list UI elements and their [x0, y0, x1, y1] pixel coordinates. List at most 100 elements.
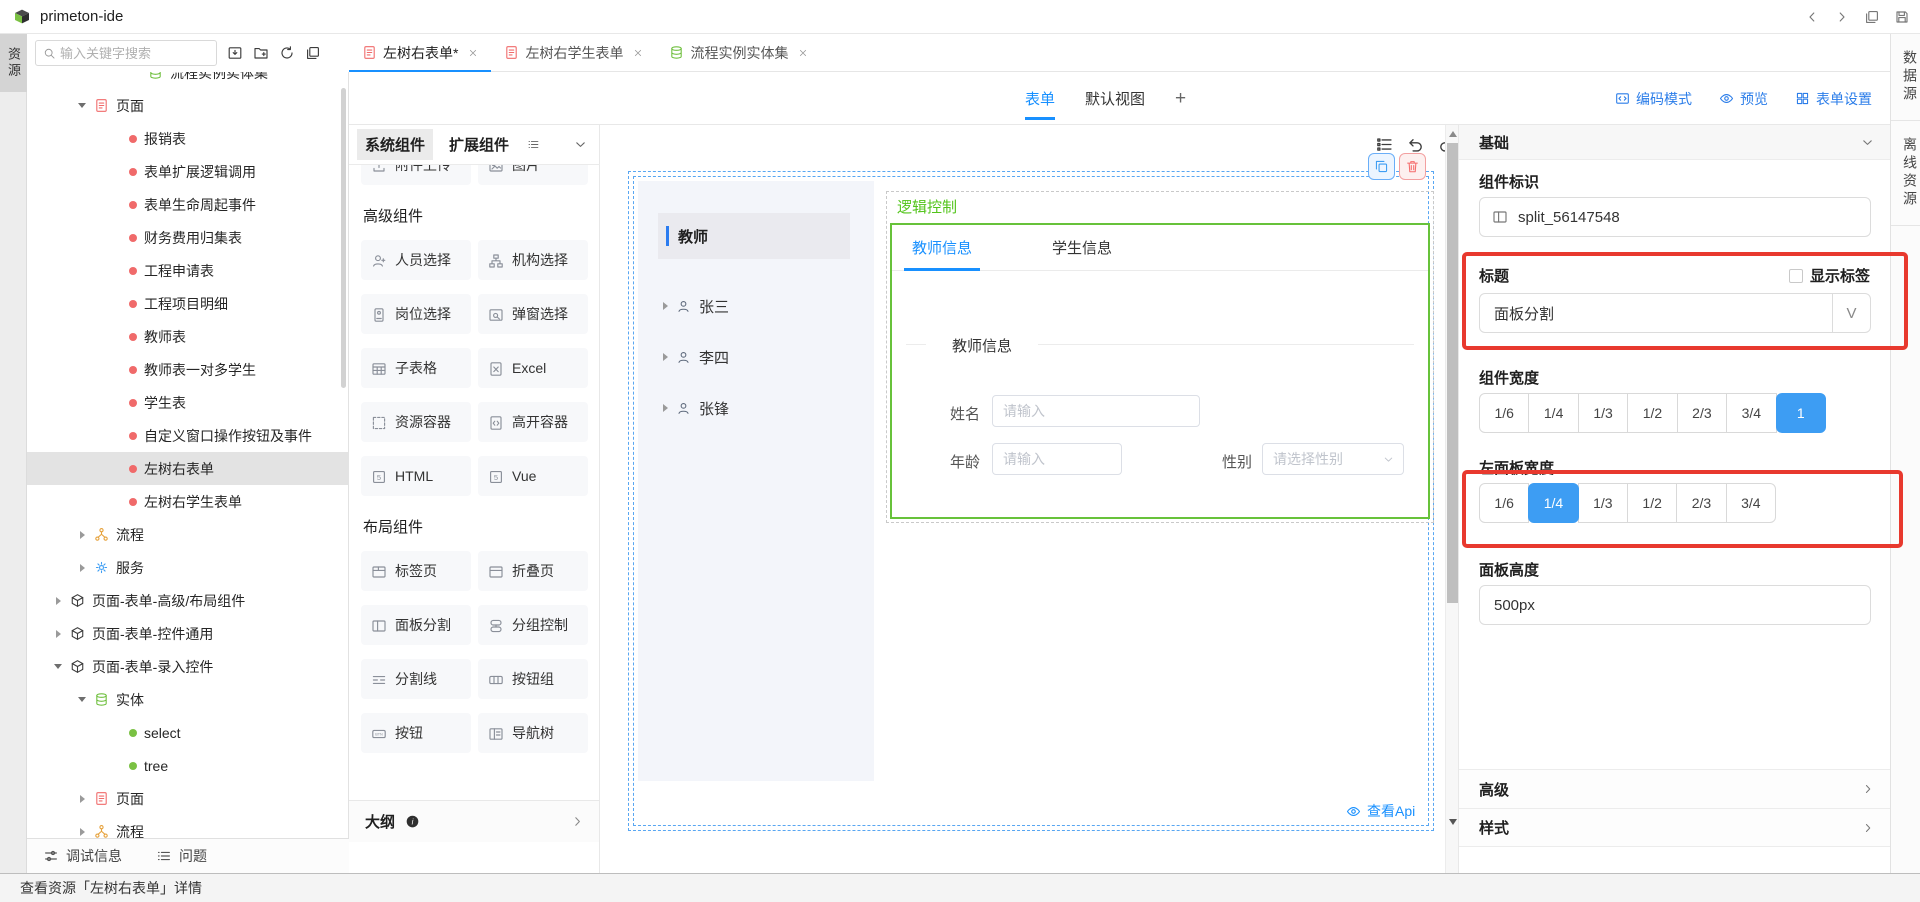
search-box[interactable]: [35, 40, 217, 66]
tree-expand-arrow-icon[interactable]: [660, 352, 670, 362]
tree-item[interactable]: 学生表: [27, 386, 349, 419]
tree-item[interactable]: 教师表: [27, 320, 349, 353]
palette-item[interactable]: 人员选择: [361, 240, 471, 280]
palette-item[interactable]: 机构选择: [478, 240, 588, 280]
width-option-1/3[interactable]: 1/3: [1578, 483, 1628, 523]
canvas-scrollbar[interactable]: [1445, 125, 1458, 873]
palette-collapse-chevron-icon[interactable]: [573, 137, 588, 152]
palette-item[interactable]: 标签页: [361, 551, 471, 591]
nav-forward-icon[interactable]: [1834, 9, 1850, 25]
header-action-button[interactable]: 表单设置: [1794, 89, 1872, 109]
tree-item[interactable]: 服务: [27, 551, 349, 584]
palette-item[interactable]: Excel: [478, 348, 588, 388]
tree-item[interactable]: 财务费用归集表: [27, 221, 349, 254]
width-option-1/6[interactable]: 1/6: [1479, 483, 1529, 523]
tree-item[interactable]: 流程: [27, 815, 349, 838]
tree-expand-arrow-icon[interactable]: [660, 403, 670, 413]
close-tab-icon[interactable]: [797, 47, 809, 59]
view-api-link[interactable]: 查看Api: [1346, 801, 1415, 821]
width-option-1/2[interactable]: 1/2: [1627, 483, 1677, 523]
panel-height-field[interactable]: [1480, 597, 1870, 614]
nav-back-icon[interactable]: [1804, 9, 1820, 25]
section-advanced[interactable]: 高级: [1459, 769, 1891, 808]
tree-item[interactable]: 教师表一对多学生: [27, 353, 349, 386]
collapse-windows-icon[interactable]: [305, 45, 321, 61]
tab-default-view[interactable]: 默认视图: [1085, 72, 1145, 125]
tree-item[interactable]: 报销表: [27, 122, 349, 155]
tree-item[interactable]: 工程申请表: [27, 254, 349, 287]
tree-item[interactable]: 页面-表单-高级/布局组件: [27, 584, 349, 617]
panel-height-input[interactable]: [1479, 585, 1871, 625]
tree-expand-arrow-icon[interactable]: [77, 563, 87, 573]
palette-item[interactable]: 按钮: [361, 713, 471, 753]
search-input[interactable]: [60, 46, 210, 61]
refresh-icon[interactable]: [279, 45, 295, 61]
width-option-1/4[interactable]: 1/4: [1528, 393, 1578, 433]
close-tab-icon[interactable]: [467, 47, 479, 59]
palette-item[interactable]: 资源容器: [361, 402, 471, 442]
tree-expand-arrow-icon[interactable]: [53, 629, 63, 639]
tree-item[interactable]: 自定义窗口操作按钮及事件: [27, 419, 349, 452]
palette-item[interactable]: 弹窗选择: [478, 294, 588, 334]
resources-rail-tab[interactable]: 资源: [0, 34, 27, 92]
save-icon[interactable]: [1894, 9, 1910, 25]
teacher-tree-node[interactable]: 李四: [660, 344, 729, 370]
palette-item[interactable]: 导航树: [478, 713, 588, 753]
tree-expand-arrow-icon[interactable]: [53, 596, 63, 606]
width-option-2/3[interactable]: 2/3: [1676, 483, 1726, 523]
palette-item[interactable]: 折叠页: [478, 551, 588, 591]
palette-item[interactable]: 分割线: [361, 659, 471, 699]
header-action-button[interactable]: 编码模式: [1614, 89, 1692, 109]
new-folder-icon[interactable]: [253, 45, 269, 61]
palette-item[interactable]: 子表格: [361, 348, 471, 388]
tree-item[interactable]: 页面-表单-录入控件: [27, 650, 349, 683]
undo-icon[interactable]: [1406, 135, 1425, 154]
width-option-2/3[interactable]: 2/3: [1677, 393, 1727, 433]
tab-teacher-info[interactable]: 教师信息: [908, 225, 976, 271]
title-input[interactable]: V: [1479, 293, 1871, 333]
debug-info-button[interactable]: 调试信息: [43, 846, 122, 866]
width-option-1/3[interactable]: 1/3: [1578, 393, 1628, 433]
right-rail-tab[interactable]: 数据源: [1891, 34, 1920, 121]
tree-expand-arrow-icon[interactable]: [77, 794, 87, 804]
tree-item[interactable]: select: [27, 716, 349, 749]
tree-expand-arrow-icon[interactable]: [77, 695, 87, 705]
import-resource-icon[interactable]: [227, 45, 243, 61]
document-tab[interactable]: 流程实例实体集: [656, 34, 821, 71]
delete-component-button[interactable]: [1399, 153, 1426, 180]
tree-item[interactable]: tree: [27, 749, 349, 782]
palette-item[interactable]: 面板分割: [361, 605, 471, 645]
width-option-1/2[interactable]: 1/2: [1627, 393, 1677, 433]
tree-item[interactable]: 实体: [27, 683, 349, 716]
teacher-tree-node[interactable]: 张锋: [660, 395, 729, 421]
title-input-field[interactable]: [1480, 305, 1832, 322]
tree-item[interactable]: 表单生命周起事件: [27, 188, 349, 221]
tree-item[interactable]: 页面-表单-控件通用: [27, 617, 349, 650]
palette-item[interactable]: 分组控制: [478, 605, 588, 645]
outline-tree-icon[interactable]: [1375, 135, 1394, 154]
copy-component-button[interactable]: [1368, 153, 1395, 180]
teacher-tree-node[interactable]: 张三: [660, 293, 729, 319]
tree-expand-arrow-icon[interactable]: [77, 827, 87, 837]
palette-item[interactable]: HTML: [361, 456, 471, 496]
show-label-option[interactable]: 显示标签: [1789, 265, 1870, 286]
age-input[interactable]: [992, 443, 1122, 475]
tab-form[interactable]: 表单: [1025, 72, 1055, 125]
tree-expand-arrow-icon[interactable]: [77, 530, 87, 540]
tab-extension-components[interactable]: 扩展组件: [441, 129, 517, 160]
tree-item[interactable]: 流程: [27, 518, 349, 551]
scroll-down-arrow-icon[interactable]: [1449, 819, 1457, 825]
palette-item[interactable]: 高开容器: [478, 402, 588, 442]
palette-item[interactable]: 按钮组: [478, 659, 588, 699]
window-layout-icon[interactable]: [1864, 9, 1880, 25]
name-input[interactable]: [992, 395, 1200, 427]
section-style[interactable]: 样式: [1459, 808, 1891, 847]
width-option-1/6[interactable]: 1/6: [1479, 393, 1529, 433]
width-option-1[interactable]: 1: [1776, 393, 1826, 433]
component-id-field[interactable]: [1518, 209, 1870, 226]
width-option-1/4[interactable]: 1/4: [1528, 483, 1578, 523]
tree-item[interactable]: 工程项目明细: [27, 287, 349, 320]
component-id-input[interactable]: [1479, 197, 1871, 237]
palette-item[interactable]: 图片: [478, 165, 588, 185]
tree-item[interactable]: 流程实例实体集: [27, 72, 349, 89]
